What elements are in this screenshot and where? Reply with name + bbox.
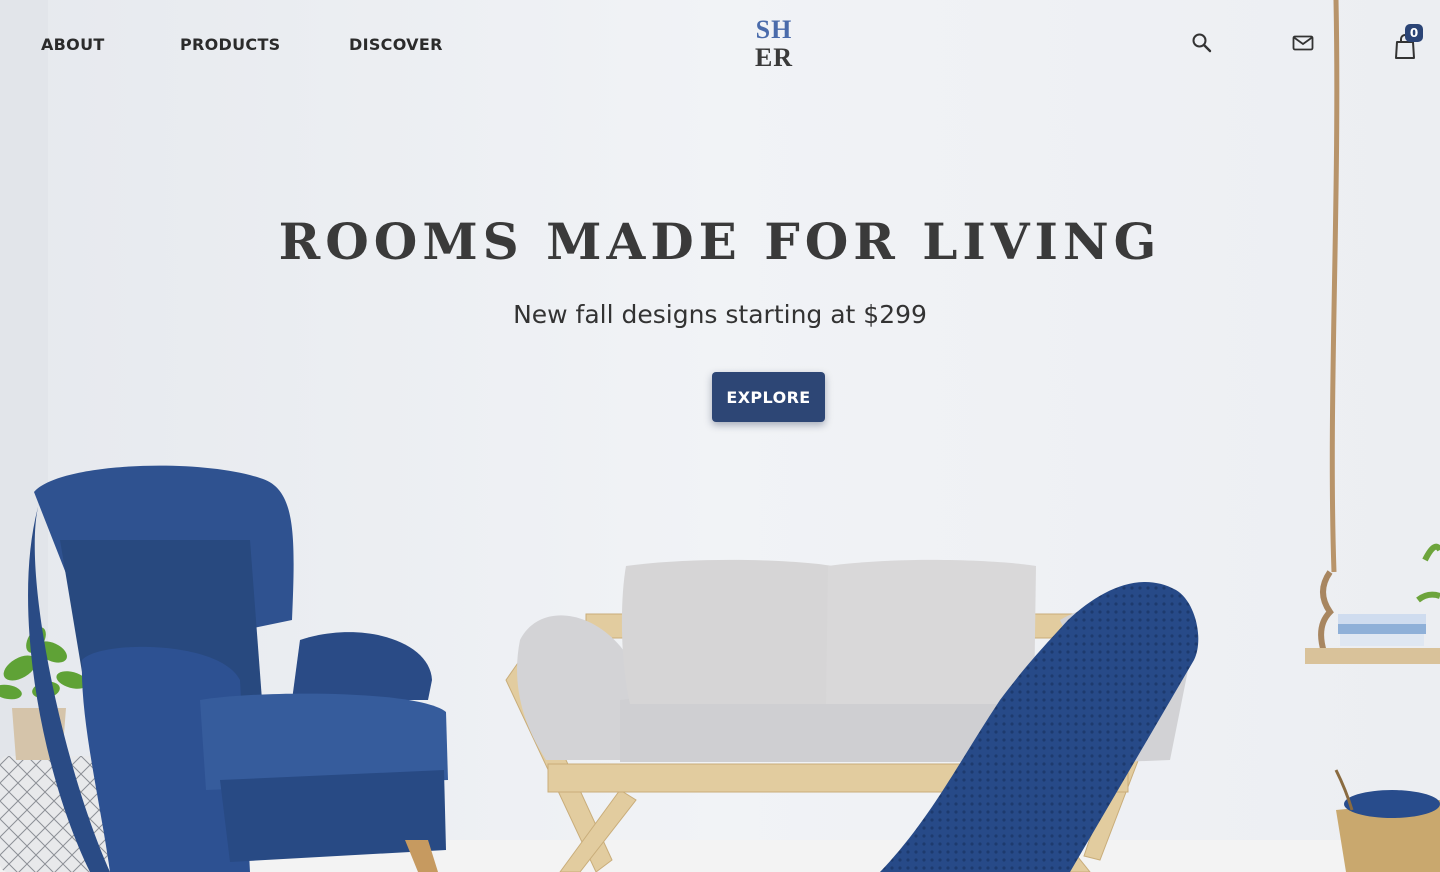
hero-title: ROOMS MADE FOR LIVING	[278, 212, 1162, 271]
mail-icon[interactable]	[1292, 34, 1314, 52]
nav-discover-link[interactable]: DISCOVER	[349, 35, 443, 54]
cart-count-badge: 0	[1405, 24, 1423, 42]
hero-background-image	[0, 0, 1440, 872]
nav-products-link[interactable]: PRODUCTS	[180, 35, 281, 54]
explore-button[interactable]: EXPLORE	[712, 372, 825, 422]
nav-about-link[interactable]: ABOUT	[41, 35, 105, 54]
search-icon[interactable]	[1190, 31, 1214, 55]
hero-subtitle: New fall designs starting at $299	[513, 300, 927, 329]
brand-logo[interactable]: SH ER	[746, 16, 802, 72]
logo-line-1: SH	[755, 15, 793, 44]
logo-line-2: ER	[754, 43, 794, 72]
